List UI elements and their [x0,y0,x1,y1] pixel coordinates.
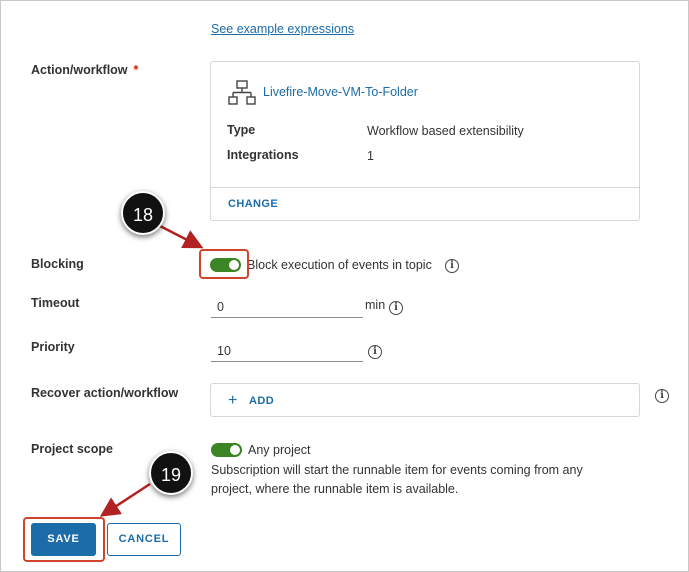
annotation-arrows [99,224,204,517]
step-19-callout: 19 [149,451,193,495]
step-18-callout: 18 [121,191,165,235]
arrow-to-blocking [159,224,204,249]
arrow-to-save [99,482,151,517]
